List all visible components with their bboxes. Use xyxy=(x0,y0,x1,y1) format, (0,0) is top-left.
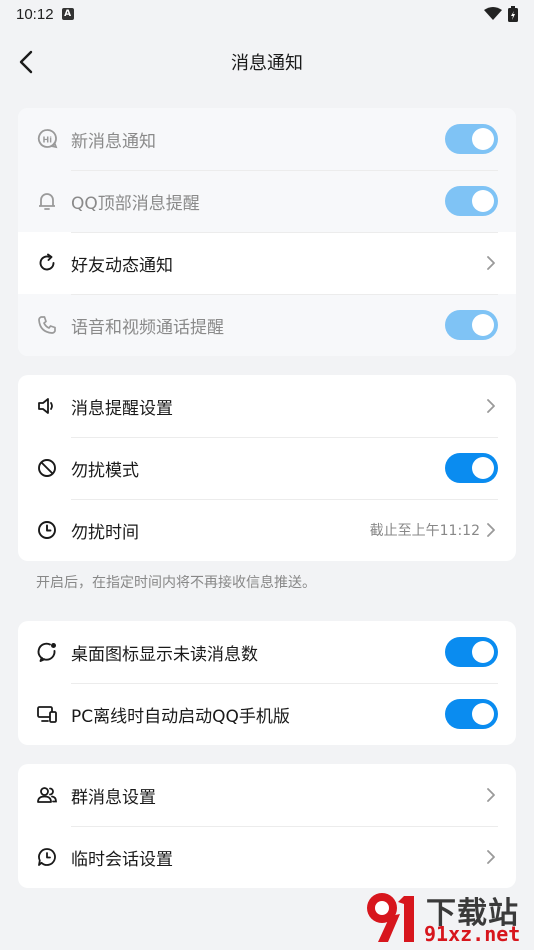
new-message-notify-toggle[interactable] xyxy=(445,124,498,154)
temp-chat-settings-row[interactable]: 临时会话设置 xyxy=(18,826,516,888)
group-message-settings-row[interactable]: 群消息设置 xyxy=(18,764,516,826)
battery-icon xyxy=(508,6,518,22)
do-not-disturb-hint: 开启后，在指定时间内将不再接收信息推送。 xyxy=(36,575,316,591)
friend-activity-label: 好友动态通知 xyxy=(71,255,173,276)
chevron-right-icon xyxy=(487,399,495,413)
back-button[interactable] xyxy=(12,48,40,76)
group-message-settings-label: 群消息设置 xyxy=(71,787,156,808)
do-not-disturb-time-label: 勿扰时间 xyxy=(71,522,139,543)
phone-icon xyxy=(36,314,58,336)
qq-top-reminder-label: QQ顶部消息提醒 xyxy=(71,193,200,214)
badge-bubble-icon xyxy=(36,641,58,663)
friend-activity-row[interactable]: 好友动态通知 xyxy=(18,232,516,294)
watermark: 下载站 91xz.net xyxy=(360,886,528,946)
temp-chat-icon xyxy=(36,846,58,868)
notification-basic-card: Hi 新消息通知 QQ顶部消息提醒 好友动态通知 语音和视频通话提醒 xyxy=(18,108,516,356)
qq-top-reminder-row[interactable]: QQ顶部消息提醒 xyxy=(18,170,516,232)
call-reminder-row[interactable]: 语音和视频通话提醒 xyxy=(18,294,516,356)
message-reminder-settings-row[interactable]: 消息提醒设置 xyxy=(18,375,516,437)
chevron-right-icon xyxy=(487,256,495,270)
pc-offline-autostart-toggle[interactable] xyxy=(445,699,498,729)
speaker-icon xyxy=(36,395,58,417)
do-not-disturb-time-value: 截止至上午11:12 xyxy=(369,523,480,539)
watermark-logo-icon xyxy=(367,893,414,942)
temp-chat-settings-label: 临时会话设置 xyxy=(71,849,173,870)
new-message-notify-label: 新消息通知 xyxy=(71,131,156,152)
watermark-url: 91xz.net xyxy=(424,922,521,946)
unread-badge-row[interactable]: 桌面图标显示未读消息数 xyxy=(18,621,516,683)
notification-a-icon: A xyxy=(61,8,74,20)
nav-bar: 消息通知 xyxy=(0,38,534,86)
chevron-right-icon xyxy=(487,523,495,537)
refresh-icon xyxy=(36,252,58,274)
svg-text:Hi: Hi xyxy=(43,136,53,145)
do-not-disturb-label: 勿扰模式 xyxy=(71,460,139,481)
chevron-right-icon xyxy=(487,788,495,802)
back-arrow-icon xyxy=(19,50,33,74)
unread-badge-toggle[interactable] xyxy=(445,637,498,667)
wifi-icon xyxy=(484,7,502,20)
page-title: 消息通知 xyxy=(231,53,303,74)
do-not-disturb-time-row[interactable]: 勿扰时间 截止至上午11:12 xyxy=(18,499,516,561)
chevron-right-icon xyxy=(487,850,495,864)
group-icon xyxy=(36,784,58,806)
do-not-disturb-row[interactable]: 勿扰模式 xyxy=(18,437,516,499)
hi-bubble-icon: Hi xyxy=(36,128,58,150)
clock-icon xyxy=(36,519,58,541)
chat-settings-card: 群消息设置 临时会话设置 xyxy=(18,764,516,888)
no-disturb-icon xyxy=(36,457,58,479)
do-not-disturb-toggle[interactable] xyxy=(445,453,498,483)
status-icons xyxy=(484,6,518,22)
status-bar: 10:12 A xyxy=(0,0,534,28)
call-reminder-label: 语音和视频通话提醒 xyxy=(71,317,224,338)
pc-offline-autostart-label: PC离线时自动启动QQ手机版 xyxy=(71,706,290,727)
qq-top-reminder-toggle[interactable] xyxy=(445,186,498,216)
bell-icon xyxy=(36,190,58,212)
devices-icon xyxy=(36,703,58,725)
pc-offline-autostart-row[interactable]: PC离线时自动启动QQ手机版 xyxy=(18,683,516,745)
reminder-settings-card: 消息提醒设置 勿扰模式 勿扰时间 截止至上午11:12 xyxy=(18,375,516,561)
message-reminder-settings-label: 消息提醒设置 xyxy=(71,398,173,419)
app-behavior-card: 桌面图标显示未读消息数 PC离线时自动启动QQ手机版 xyxy=(18,621,516,745)
call-reminder-toggle[interactable] xyxy=(445,310,498,340)
new-message-notify-row[interactable]: Hi 新消息通知 xyxy=(18,108,516,170)
status-time: 10:12 xyxy=(16,5,54,23)
unread-badge-label: 桌面图标显示未读消息数 xyxy=(71,644,258,665)
